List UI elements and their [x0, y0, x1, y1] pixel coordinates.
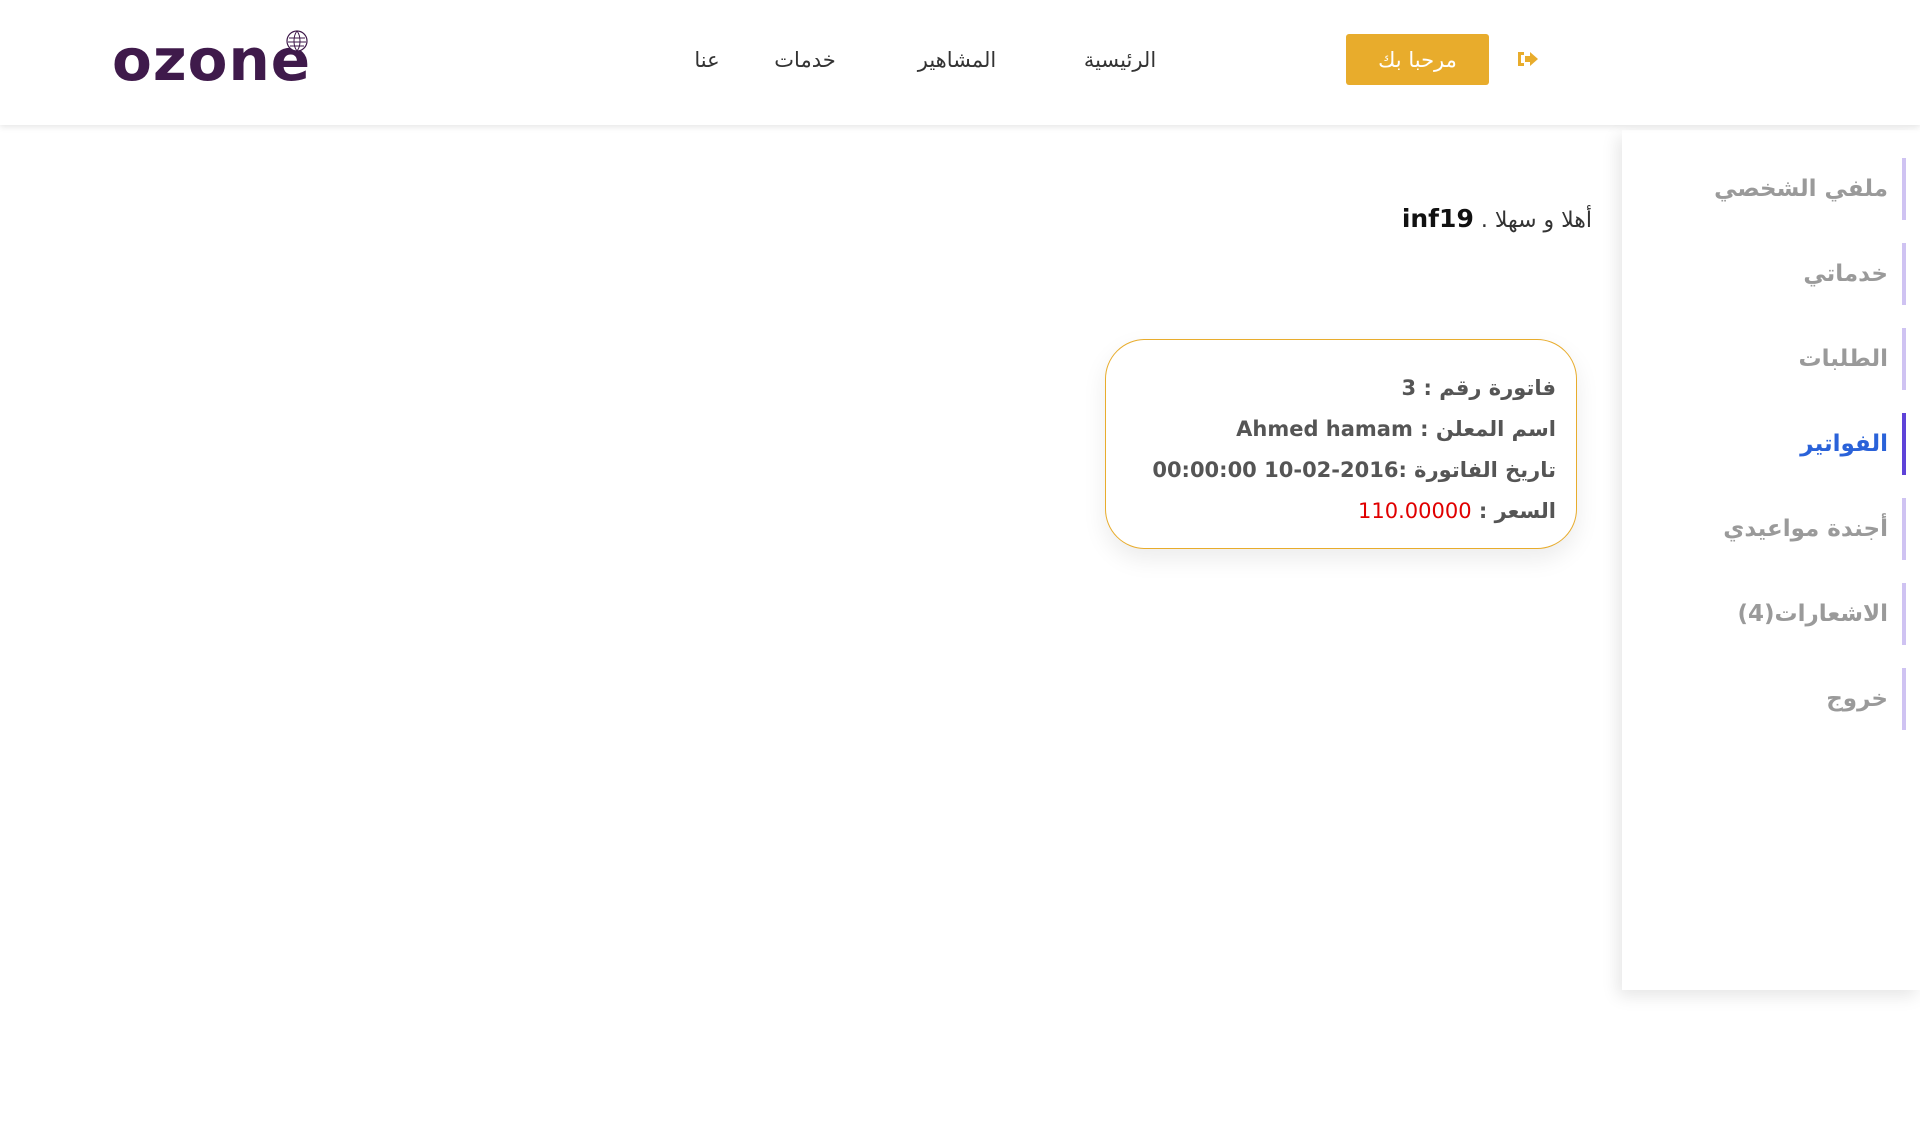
invoice-price-row: السعر : 110.00000: [1126, 491, 1556, 532]
invoice-number-value: 3: [1401, 376, 1417, 400]
sidebar-item-notifications[interactable]: الاشعارات(4): [1656, 583, 1906, 645]
nav-services[interactable]: خدمات: [750, 38, 860, 82]
ozone-logo[interactable]: ozon e: [112, 30, 311, 90]
invoice-advertiser-row: اسم المعلن : Ahmed hamam: [1126, 409, 1556, 450]
nav-home[interactable]: الرئيسية: [1030, 38, 1210, 82]
welcome-greeting: أهلا و سهلا . inf19: [1402, 204, 1592, 233]
invoice-date-value: 2016-02-10 00:00:00: [1152, 458, 1399, 482]
logo-text: ozon: [112, 26, 271, 94]
invoice-card: فاتورة رقم : 3 اسم المعلن : Ahmed hamam …: [1105, 339, 1577, 549]
sidebar-item-appointments[interactable]: أجندة مواعيدي: [1656, 498, 1906, 560]
logo-text-last: e: [271, 30, 311, 89]
top-header: ozon e عنا خدمات المشاهير الرئيسية مرحبا …: [0, 0, 1920, 125]
invoice-number-label: فاتورة رقم :: [1423, 376, 1556, 400]
sign-out-icon[interactable]: [1515, 46, 1541, 72]
invoice-date-row: تاريخ الفاتورة :2016-02-10 00:00:00: [1126, 450, 1556, 491]
invoice-number-row: فاتورة رقم : 3: [1126, 368, 1556, 409]
welcome-button[interactable]: مرحبا بك: [1346, 34, 1489, 85]
invoice-advertiser-label: اسم المعلن :: [1420, 417, 1556, 441]
account-sidebar: ملفي الشخصي خدماتي الطلبات الفواتير أجند…: [1622, 130, 1920, 990]
sidebar-item-profile[interactable]: ملفي الشخصي: [1656, 158, 1906, 220]
invoice-date-label: تاريخ الفاتورة :: [1398, 458, 1556, 482]
invoice-advertiser-value: Ahmed hamam: [1236, 417, 1413, 441]
invoice-price-label: السعر :: [1478, 499, 1556, 523]
sidebar-item-invoices[interactable]: الفواتير: [1656, 413, 1906, 475]
username: inf19: [1401, 204, 1474, 233]
sidebar-item-orders[interactable]: الطلبات: [1656, 328, 1906, 390]
sidebar-item-my-services[interactable]: خدماتي: [1656, 243, 1906, 305]
nav-celebrities[interactable]: المشاهير: [882, 38, 1032, 82]
nav-about[interactable]: عنا: [677, 38, 737, 82]
sidebar-item-logout[interactable]: خروج: [1656, 668, 1906, 730]
greeting-prefix: أهلا و سهلا .: [1480, 208, 1592, 233]
globe-icon: [286, 30, 308, 52]
invoice-price-value: 110.00000: [1358, 499, 1472, 523]
